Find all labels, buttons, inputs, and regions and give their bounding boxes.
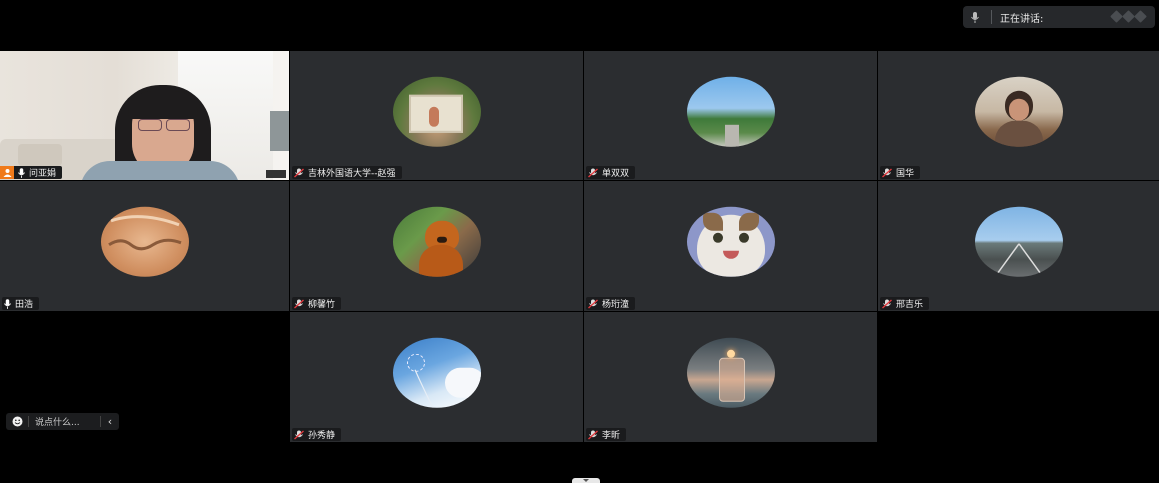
participant-name: 李昕 [602, 431, 621, 441]
participant-name: 柳馨竹 [308, 300, 336, 310]
chat-input[interactable]: 说点什么... [29, 415, 100, 428]
participant-tile[interactable]: 杨珩潼 [584, 181, 877, 311]
participant-tile[interactable]: 国华 [878, 51, 1159, 180]
mic-muted-icon [294, 298, 304, 309]
mic-muted-icon [588, 167, 598, 178]
avatar [686, 337, 775, 408]
participant-label: 孙秀静 [292, 428, 342, 441]
chat-bar[interactable]: 说点什么... ‹ [6, 413, 119, 430]
mic-muted-icon [294, 429, 304, 440]
toolbar-toggle-tab[interactable] [572, 478, 600, 483]
participant-name: 田浩 [15, 300, 34, 310]
watermark-badge [266, 170, 286, 178]
participant-label: 国华 [880, 166, 921, 179]
mic-muted-icon [588, 429, 598, 440]
microphone-icon [4, 298, 11, 309]
avatar [686, 206, 775, 277]
participant-label: 问亚娟 [0, 166, 63, 179]
participant-name: 问亚娟 [29, 169, 57, 179]
freedom-sand-text-icon [107, 215, 182, 251]
participant-tile[interactable]: 孙秀静 [290, 312, 583, 442]
avatar [974, 76, 1063, 147]
mic-muted-icon [588, 298, 598, 309]
participant-tile[interactable]: 单双双 [584, 51, 877, 180]
participant-name: 单双双 [602, 169, 630, 179]
mic-muted-icon [294, 167, 304, 178]
participant-label: 柳馨竹 [292, 297, 342, 310]
participant-label: 邢吉乐 [880, 297, 930, 310]
participant-name: 吉林外国语大学--赵强 [308, 169, 396, 179]
participant-video-tile[interactable]: 问亚娟 [0, 51, 289, 180]
microphone-icon [18, 167, 25, 178]
participant-label: 单双双 [586, 166, 636, 179]
avatar [392, 337, 481, 408]
participant-tile[interactable]: 田浩 [0, 181, 289, 311]
avatar [974, 206, 1063, 277]
participant-label: 杨珩潼 [586, 297, 636, 310]
participant-label: 田浩 [2, 297, 40, 310]
speaking-label: 正在讲话: [1000, 13, 1044, 25]
mic-muted-icon [882, 298, 892, 309]
participant-name: 国华 [896, 169, 915, 179]
emoji-icon[interactable] [6, 416, 28, 427]
avatar [686, 76, 775, 147]
microphone-icon [963, 11, 987, 23]
participant-tile[interactable]: 柳馨竹 [290, 181, 583, 311]
host-icon [0, 166, 14, 179]
participant-name: 邢吉乐 [896, 300, 924, 310]
participant-label: 李昕 [586, 428, 627, 441]
mic-muted-icon [882, 167, 892, 178]
avatar [392, 206, 481, 277]
participant-tile[interactable]: 李昕 [584, 312, 877, 442]
avatar [392, 76, 481, 147]
participant-name: 孙秀静 [308, 431, 336, 441]
participant-tile[interactable]: 邢吉乐 [878, 181, 1159, 311]
avatar [100, 206, 189, 277]
speaking-indicator: 正在讲话: [963, 6, 1155, 28]
collapse-chevron-icon[interactable]: ‹ [101, 415, 119, 428]
participant-tile[interactable]: 吉林外国语大学--赵强 [290, 51, 583, 180]
speaking-dots-icon [1110, 10, 1147, 23]
participant-name: 杨珩潼 [602, 300, 630, 310]
participant-label: 吉林外国语大学--赵强 [292, 166, 402, 179]
